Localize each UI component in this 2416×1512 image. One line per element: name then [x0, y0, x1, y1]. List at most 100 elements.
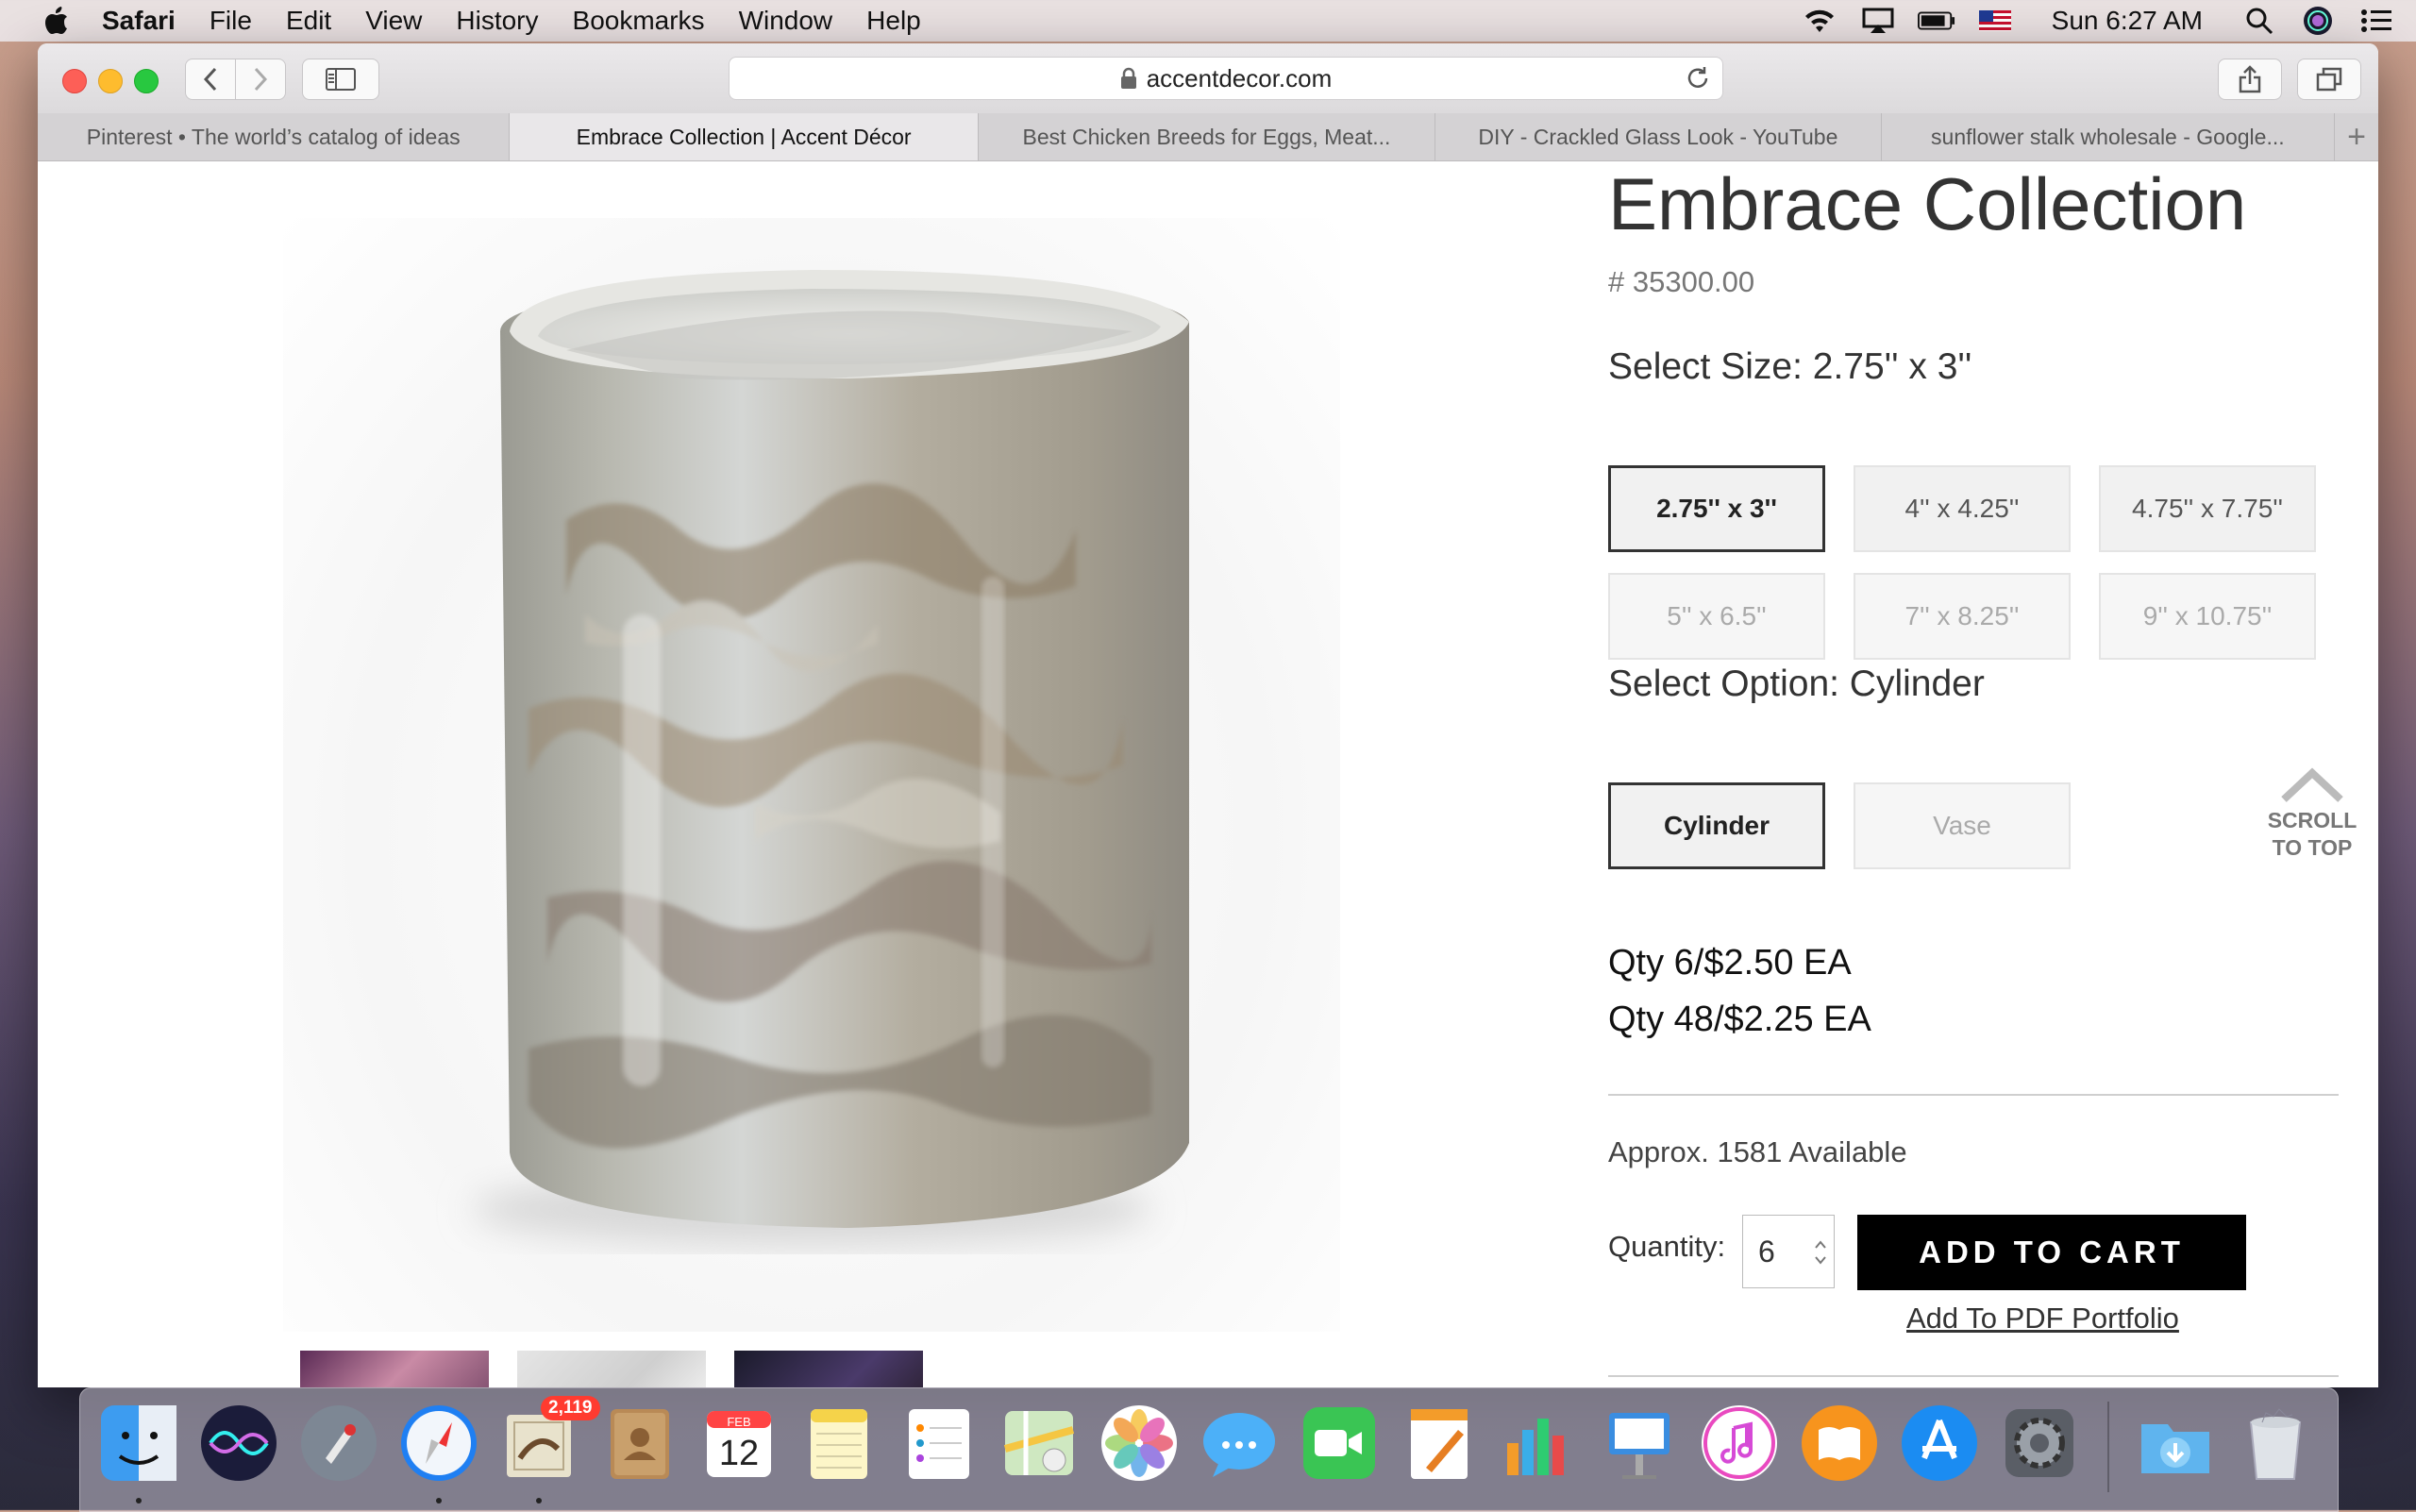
menu-view[interactable]: View — [365, 6, 422, 36]
price-tier-1: Qty 6/$2.50 EA — [1608, 943, 1852, 983]
size-option-7x8-25[interactable]: 7'' x 8.25'' — [1854, 573, 2071, 660]
thumbnail-strip — [300, 1351, 923, 1387]
size-option-4x4-25[interactable]: 4'' x 4.25'' — [1854, 465, 2071, 552]
product-thumbnail[interactable] — [734, 1351, 923, 1387]
airplay-icon[interactable] — [1859, 0, 1897, 42]
zoom-window-button[interactable] — [134, 69, 159, 93]
select-option-label: Select Option: Cylinder — [1608, 664, 1985, 704]
notification-center-icon[interactable] — [2357, 0, 2395, 42]
apple-menu-icon[interactable] — [34, 0, 79, 42]
reload-icon[interactable] — [1685, 65, 1711, 98]
clock[interactable]: Sun 6:27 AM — [2052, 6, 2203, 36]
tabs-overview-icon — [2316, 67, 2342, 92]
battery-icon[interactable] — [1917, 0, 1955, 42]
add-to-cart-button[interactable]: ADD TO CART — [1857, 1215, 2246, 1290]
notes-icon[interactable] — [797, 1402, 881, 1485]
trash-icon[interactable] — [2234, 1402, 2317, 1485]
menu-history[interactable]: History — [456, 6, 538, 36]
tab-embrace-collection[interactable]: Embrace Collection | Accent Décor — [510, 113, 979, 160]
size-option-4-75x7-75[interactable]: 4.75'' x 7.75'' — [2099, 465, 2316, 552]
pages-icon[interactable] — [1398, 1402, 1481, 1485]
product-image[interactable] — [283, 218, 1340, 1332]
minimize-window-button[interactable] — [98, 69, 123, 93]
quantity-input[interactable]: 6 — [1742, 1215, 1835, 1288]
facetime-icon[interactable] — [1298, 1402, 1381, 1485]
contacts-icon[interactable] — [597, 1402, 680, 1485]
calendar-icon[interactable]: FEB 12 — [697, 1402, 780, 1485]
keynote-icon[interactable] — [1598, 1402, 1681, 1485]
calendar-day: 12 — [718, 1434, 760, 1473]
menu-bar: Safari File Edit View History Bookmarks … — [0, 0, 2416, 42]
menu-safari[interactable]: Safari — [102, 6, 176, 36]
divider — [1608, 1094, 2339, 1096]
system-preferences-icon[interactable] — [1998, 1402, 2081, 1485]
quantity-label: Quantity: — [1608, 1230, 1726, 1263]
reminders-icon[interactable] — [898, 1402, 981, 1485]
menu-help[interactable]: Help — [866, 6, 921, 36]
tab-diy-crackled-glass[interactable]: DIY - Crackled Glass Look - YouTube — [1435, 113, 1882, 160]
launchpad-icon[interactable] — [297, 1402, 380, 1485]
product-thumbnail[interactable] — [517, 1351, 706, 1387]
address-bar[interactable]: accentdecor.com — [729, 57, 1723, 100]
calendar-month: FEB — [727, 1415, 751, 1429]
tab-chicken-breeds[interactable]: Best Chicken Breeds for Eggs, Meat... — [979, 113, 1436, 160]
forward-button[interactable] — [235, 59, 286, 100]
downloads-folder-icon[interactable] — [2134, 1402, 2217, 1485]
sidebar-icon — [326, 68, 356, 91]
add-to-pdf-portfolio-link[interactable]: Add To PDF Portfolio — [1906, 1302, 2179, 1336]
show-all-tabs-button[interactable] — [2297, 59, 2361, 100]
siri-dock-icon[interactable] — [197, 1402, 280, 1485]
chevron-right-icon — [254, 67, 268, 92]
scroll-to-top-line1: SCROLL — [2267, 808, 2357, 832]
tab-bar: Pinterest • The world’s catalog of ideas… — [38, 113, 2378, 161]
close-window-button[interactable] — [62, 69, 87, 93]
itunes-icon[interactable] — [1698, 1402, 1781, 1485]
option-cylinder[interactable]: Cylinder — [1608, 782, 1825, 869]
product-title: Embrace Collection — [1608, 162, 2247, 245]
price-tier-2: Qty 48/$2.25 EA — [1608, 1000, 1871, 1039]
quantity-stepper-icon[interactable] — [1813, 1236, 1828, 1268]
us-flag-icon[interactable] — [1976, 0, 2014, 42]
dock-separator — [2107, 1402, 2109, 1492]
browser-toolbar: accentdecor.com — [38, 43, 2378, 114]
mail-icon[interactable]: 2,119 — [497, 1396, 600, 1485]
scroll-to-top-button[interactable]: SCROLL TO TOP — [2257, 765, 2367, 862]
wifi-icon[interactable] — [1801, 0, 1838, 42]
web-page: Embrace Collection # 35300.00 Select Siz… — [38, 161, 2378, 1387]
safari-window: accentdecor.com Pinterest • The world’s … — [38, 43, 2378, 1387]
photos-icon[interactable] — [1098, 1402, 1181, 1485]
new-tab-button[interactable]: + — [2335, 113, 2378, 160]
size-option-5x6-5[interactable]: 5'' x 6.5'' — [1608, 573, 1825, 660]
product-thumbnail[interactable] — [300, 1351, 489, 1387]
numbers-icon[interactable] — [1498, 1402, 1581, 1485]
ibooks-icon[interactable] — [1798, 1402, 1881, 1485]
size-option-9x10-75[interactable]: 9'' x 10.75'' — [2099, 573, 2316, 660]
share-button[interactable] — [2218, 59, 2282, 100]
menu-window[interactable]: Window — [739, 6, 833, 36]
messages-icon[interactable] — [1198, 1402, 1281, 1485]
quantity-value: 6 — [1758, 1234, 1775, 1268]
siri-icon[interactable] — [2299, 0, 2337, 42]
spotlight-search-icon[interactable] — [2240, 0, 2278, 42]
back-button[interactable] — [185, 59, 236, 100]
mail-badge: 2,119 — [541, 1396, 600, 1420]
select-size-label: Select Size: 2.75'' x 3'' — [1608, 346, 1972, 387]
app-store-icon[interactable] — [1898, 1402, 1981, 1485]
menu-bookmarks[interactable]: Bookmarks — [573, 6, 705, 36]
menu-file[interactable]: File — [210, 6, 252, 36]
scroll-to-top-line2: TO TOP — [2272, 835, 2353, 860]
safari-dock-icon[interactable] — [397, 1402, 480, 1485]
share-icon — [2239, 65, 2261, 93]
maps-icon[interactable] — [998, 1402, 1081, 1485]
url-text: accentdecor.com — [1146, 63, 1333, 92]
availability-text: Approx. 1581 Available — [1608, 1135, 1907, 1168]
tab-sunflower-stalk[interactable]: sunflower stalk wholesale - Google... — [1882, 113, 2336, 160]
chevron-left-icon — [203, 67, 217, 92]
finder-icon[interactable] — [97, 1402, 180, 1485]
sidebar-toggle-button[interactable] — [302, 59, 379, 100]
tab-pinterest[interactable]: Pinterest • The world’s catalog of ideas — [38, 113, 511, 160]
menu-edit[interactable]: Edit — [286, 6, 331, 36]
option-vase[interactable]: Vase — [1854, 782, 2071, 869]
size-option-2-75x3[interactable]: 2.75'' x 3'' — [1608, 465, 1825, 552]
chevron-up-icon — [2281, 767, 2343, 802]
